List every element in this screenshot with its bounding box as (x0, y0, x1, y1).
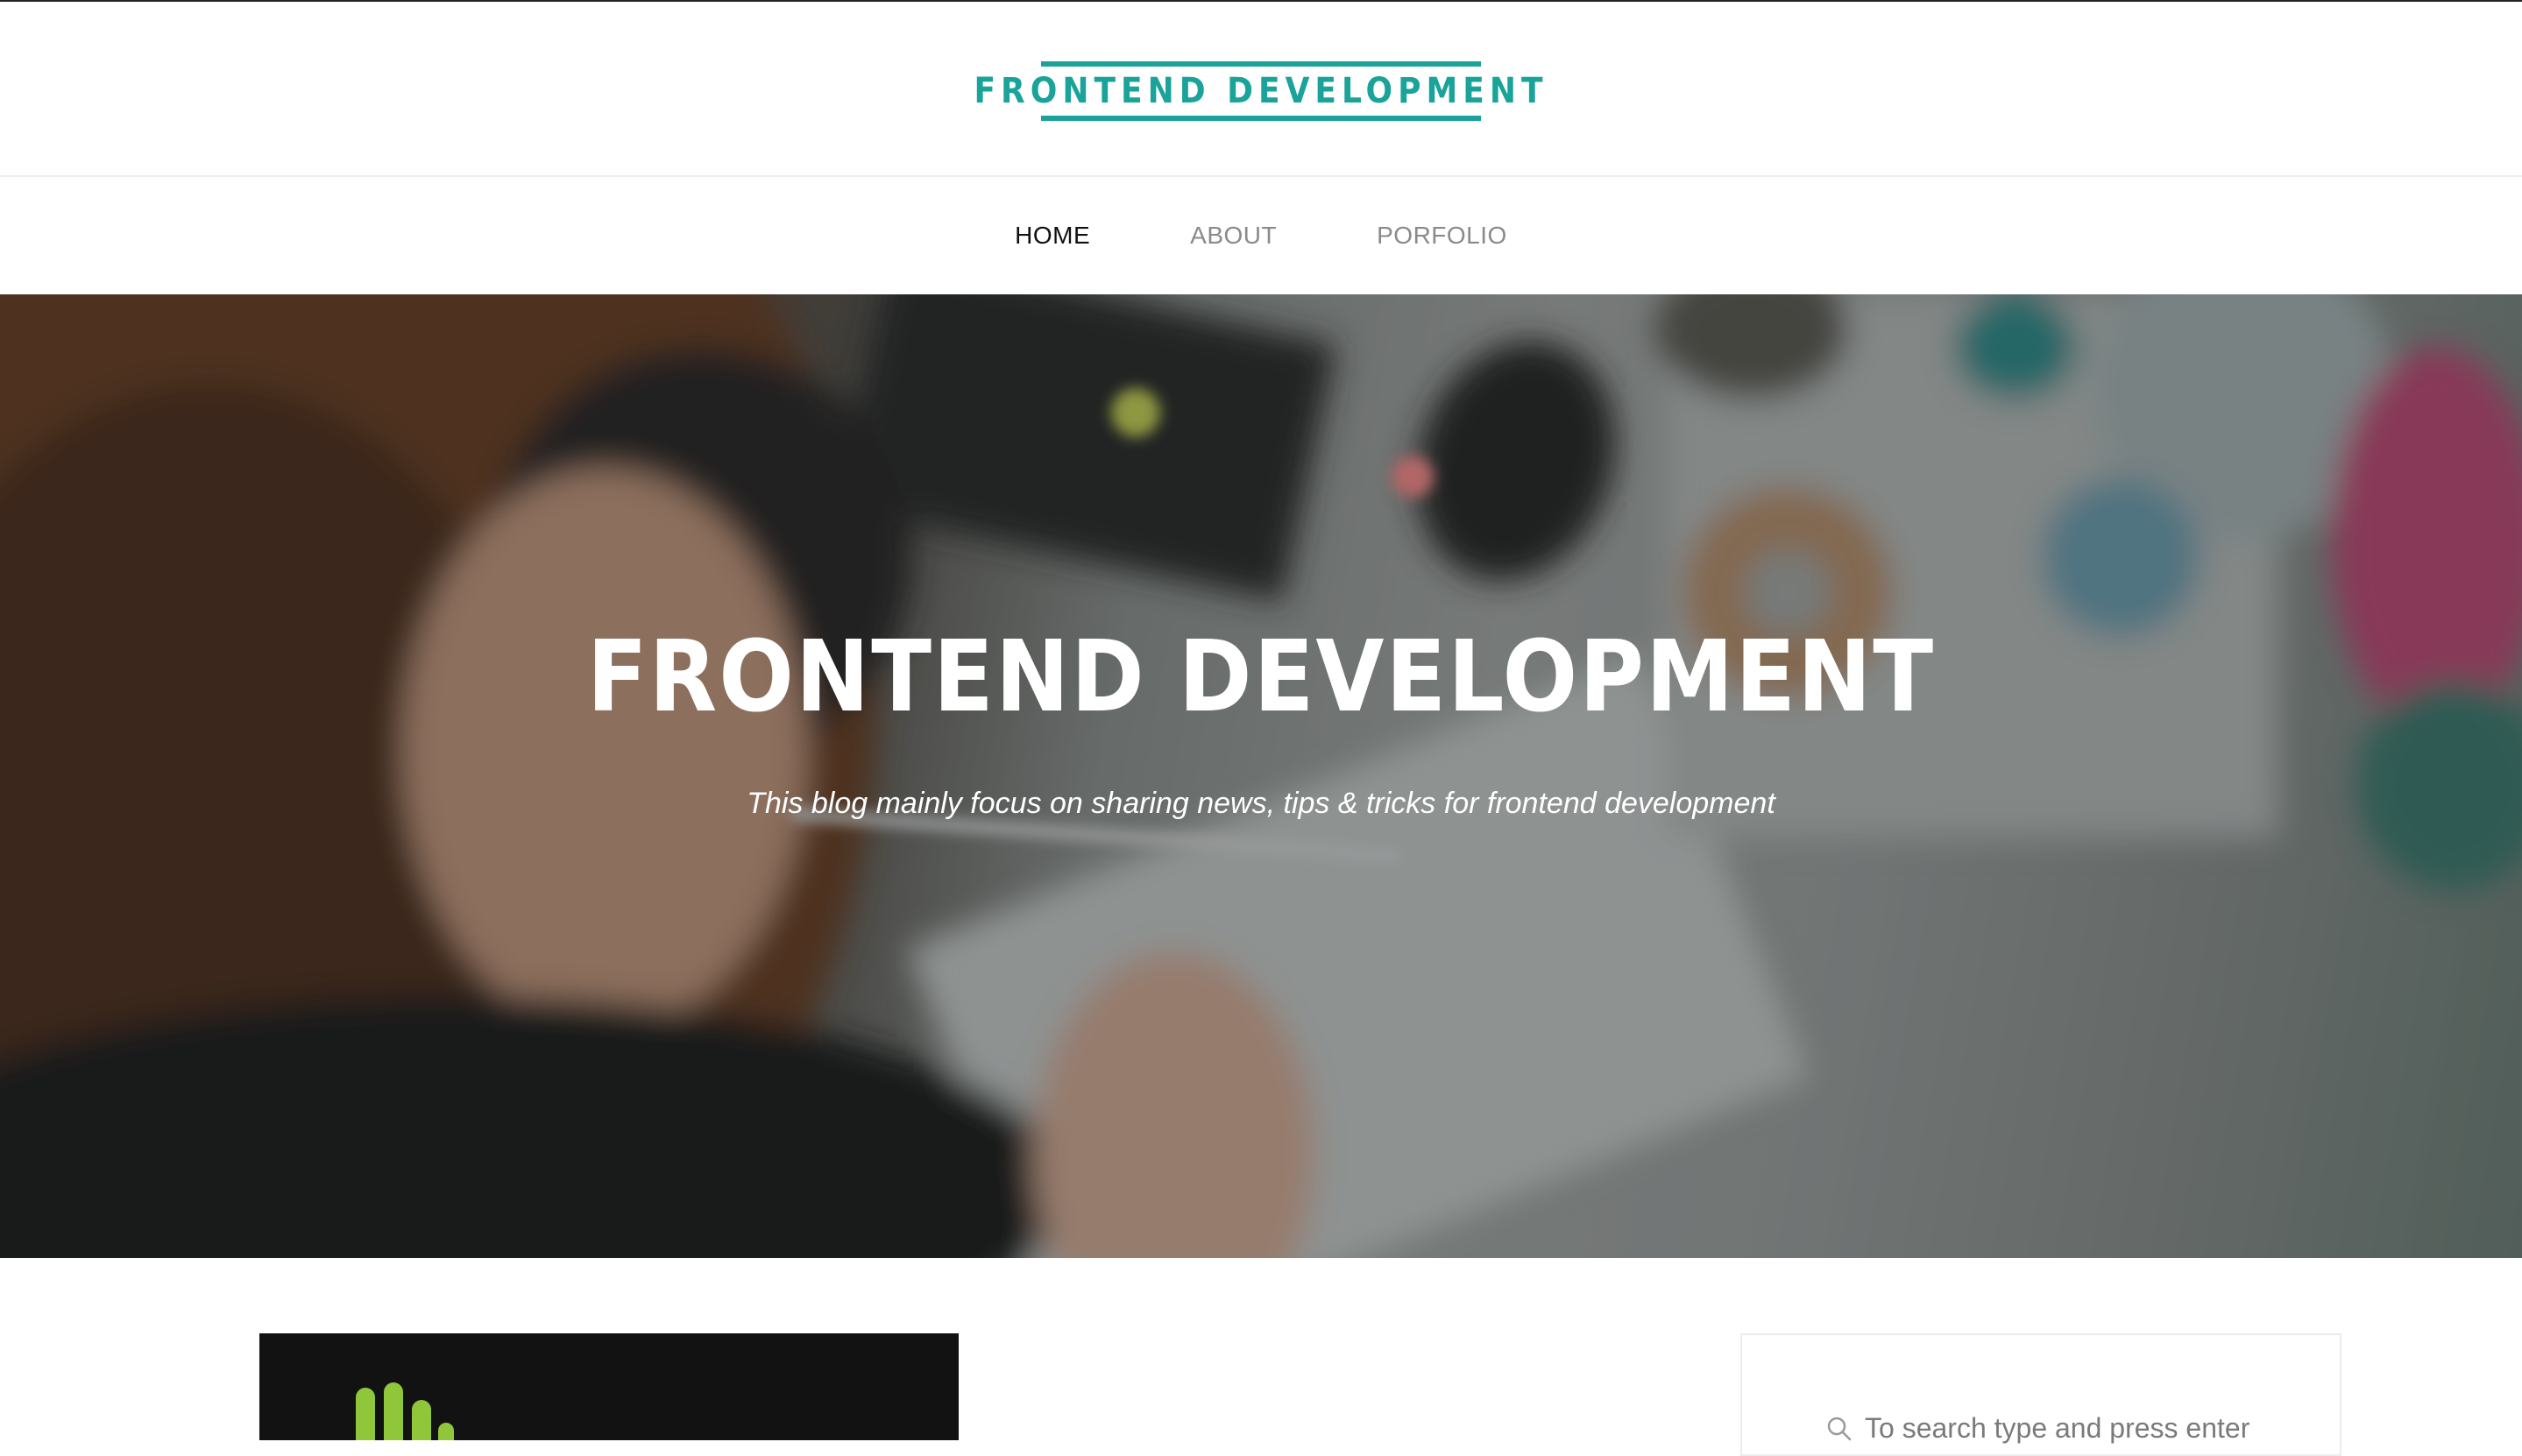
hero-overlay (0, 294, 2522, 1258)
hand-logo-icon (356, 1382, 454, 1440)
post-thumbnail[interactable] (259, 1333, 959, 1440)
nav-item-home[interactable]: HOME (1015, 222, 1090, 250)
search-icon (1827, 1417, 1852, 1441)
site-logo-text: FRONTEND DEVELOPMENT (974, 71, 1548, 111)
site-logo[interactable]: FRONTEND DEVELOPMENT (974, 61, 1543, 121)
nav-item-about[interactable]: ABOUT (1190, 222, 1277, 250)
search-widget (1740, 1333, 2341, 1456)
search-input[interactable] (1865, 1409, 2320, 1447)
hero-banner: FRONTEND DEVELOPMENT This blog mainly fo… (0, 294, 2522, 1258)
hero-title: FRONTEND DEVELOPMENT (586, 620, 1936, 734)
nav-item-portfolio[interactable]: PORFOLIO (1377, 222, 1507, 250)
site-header: FRONTEND DEVELOPMENT (0, 2, 2522, 177)
hero-subtitle: This blog mainly focus on sharing news, … (747, 787, 1775, 820)
main-nav: HOME ABOUT PORFOLIO (0, 177, 2522, 294)
